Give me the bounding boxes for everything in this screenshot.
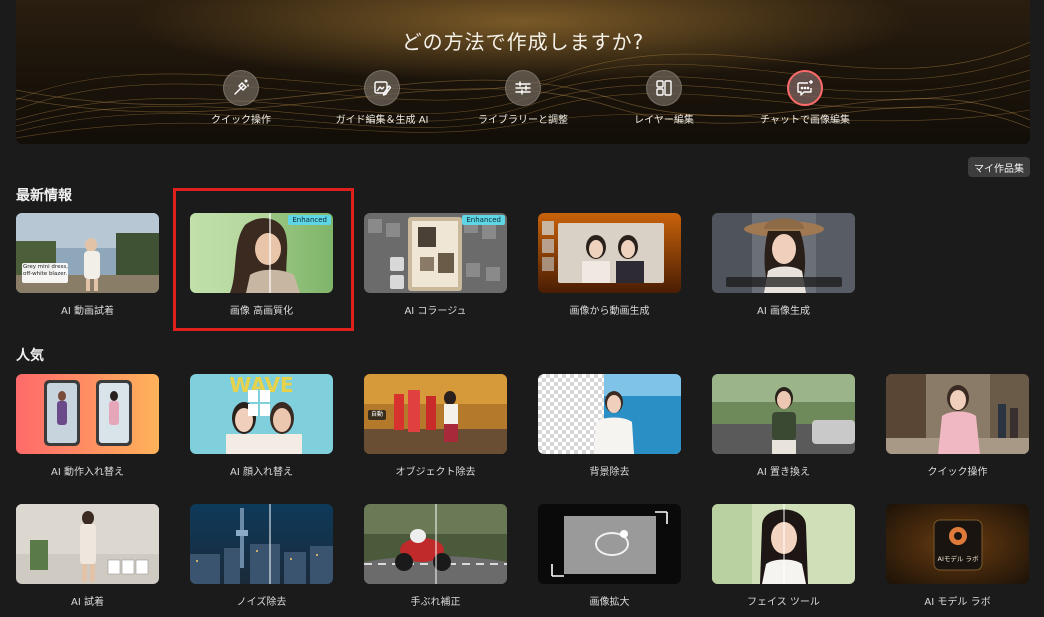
chat-sparkle-icon — [787, 70, 823, 106]
mode-label: ガイド編集＆生成 AI — [335, 115, 429, 126]
my-works-button[interactable]: マイ作品集 — [968, 157, 1030, 177]
card-caption: ノイズ除去 — [236, 597, 287, 608]
mode-layer-edit-button[interactable]: レイヤー編集 — [594, 70, 734, 126]
card-ai-face-swap[interactable]: WAVE AI 顔入れ替え — [190, 374, 333, 478]
card-caption: AI 画像生成 — [757, 306, 810, 317]
card-caption: 画像拡大 — [589, 597, 630, 608]
card-overlay-text: AIモデル ラボ — [937, 555, 979, 563]
enhanced-badge: Enhanced — [462, 215, 505, 225]
mode-label: クイック操作 — [211, 115, 271, 126]
section-title-latest: 最新情報 — [16, 188, 72, 204]
card-noise-removal[interactable]: ノイズ除去 — [190, 504, 333, 608]
card-thumbnail: 自動 — [364, 374, 507, 454]
hero-title: どの方法で作成しますか? — [401, 30, 645, 54]
card-ai-tryon[interactable]: AI 試着 — [16, 504, 159, 608]
layers-icon — [646, 70, 682, 106]
card-ai-image-generation[interactable]: AI 画像生成 — [712, 213, 855, 317]
card-thumbnail: AIモデル ラボ — [886, 504, 1029, 584]
card-thumbnail — [364, 504, 507, 584]
card-thumbnail — [712, 374, 855, 454]
card-quick-action[interactable]: クイック操作 — [886, 374, 1029, 478]
card-thumbnail: WAVE — [190, 374, 333, 454]
card-object-removal[interactable]: 自動 オブジェクト除去 — [364, 374, 507, 478]
card-thumbnail — [712, 504, 855, 584]
highlight-frame — [173, 188, 354, 331]
card-thumbnail — [190, 504, 333, 584]
card-blur-correction[interactable]: 手ぶれ補正 — [364, 504, 507, 608]
mode-quick-action-button[interactable]: クイック操作 — [171, 70, 311, 126]
hero-banner: どの方法で作成しますか? クイック操作 ガイド編集＆生成 AI ライブラリーと調… — [16, 0, 1030, 144]
mode-chat-edit-button[interactable]: チャットで画像編集 — [735, 70, 875, 126]
card-caption: フェイス ツール — [747, 597, 820, 608]
card-caption: クイック操作 — [927, 467, 988, 478]
card-thumbnail — [16, 374, 159, 454]
magic-wand-icon — [223, 70, 259, 106]
card-ai-replace[interactable]: AI 置き換え — [712, 374, 855, 478]
card-thumbnail — [538, 213, 681, 293]
card-thumbnail — [712, 213, 855, 293]
section-title-popular: 人気 — [16, 348, 44, 364]
card-image-to-video[interactable]: 画像から動画生成 — [538, 213, 681, 317]
card-caption: AI 顔入れ替え — [230, 467, 293, 478]
card-caption: AI 試着 — [71, 597, 104, 608]
card-thumbnail: Enhanced — [364, 213, 507, 293]
card-thumbnail — [16, 504, 159, 584]
card-caption: AI 動画試着 — [61, 306, 114, 317]
card-ai-motion-swap[interactable]: AI 動作入れ替え — [16, 374, 159, 478]
card-thumbnail: Grey mini dress, off-white blazer. — [16, 213, 159, 293]
card-ai-collage[interactable]: Enhanced AI コラージュ — [364, 213, 507, 317]
card-caption: 背景除去 — [589, 467, 630, 478]
mode-label: チャットで画像編集 — [760, 115, 850, 126]
card-thumbnail — [886, 374, 1029, 454]
card-ai-video-tryon[interactable]: Grey mini dress, off-white blazer. AI 動画… — [16, 213, 159, 317]
card-thumbnail — [538, 504, 681, 584]
card-caption: AI コラージュ — [404, 306, 467, 317]
mode-library-adjust-button[interactable]: ライブラリーと調整 — [453, 70, 593, 126]
mode-label: レイヤー編集 — [634, 115, 694, 126]
card-face-tools[interactable]: フェイス ツール — [712, 504, 855, 608]
card-caption: 手ぶれ補正 — [410, 597, 461, 608]
card-background-removal[interactable]: 背景除去 — [538, 374, 681, 478]
card-overlay-text: Grey mini dress, off-white blazer. — [23, 264, 68, 277]
mode-label: ライブラリーと調整 — [478, 115, 568, 126]
card-caption: AI 置き換え — [757, 467, 810, 478]
card-thumbnail — [538, 374, 681, 454]
card-caption: AI 動作入れ替え — [51, 467, 124, 478]
sliders-icon — [505, 70, 541, 106]
card-image-upscale[interactable]: 画像拡大 — [538, 504, 681, 608]
mode-guided-edit-button[interactable]: ガイド編集＆生成 AI — [312, 70, 452, 126]
card-caption: 画像から動画生成 — [569, 306, 650, 317]
card-caption: オブジェクト除去 — [395, 467, 476, 478]
card-caption: AI モデル ラボ — [924, 597, 991, 608]
card-overlay-text: 自動 — [370, 411, 383, 418]
card-ai-model-lab[interactable]: AIモデル ラボ AI モデル ラボ — [886, 504, 1029, 608]
image-edit-icon — [364, 70, 400, 106]
